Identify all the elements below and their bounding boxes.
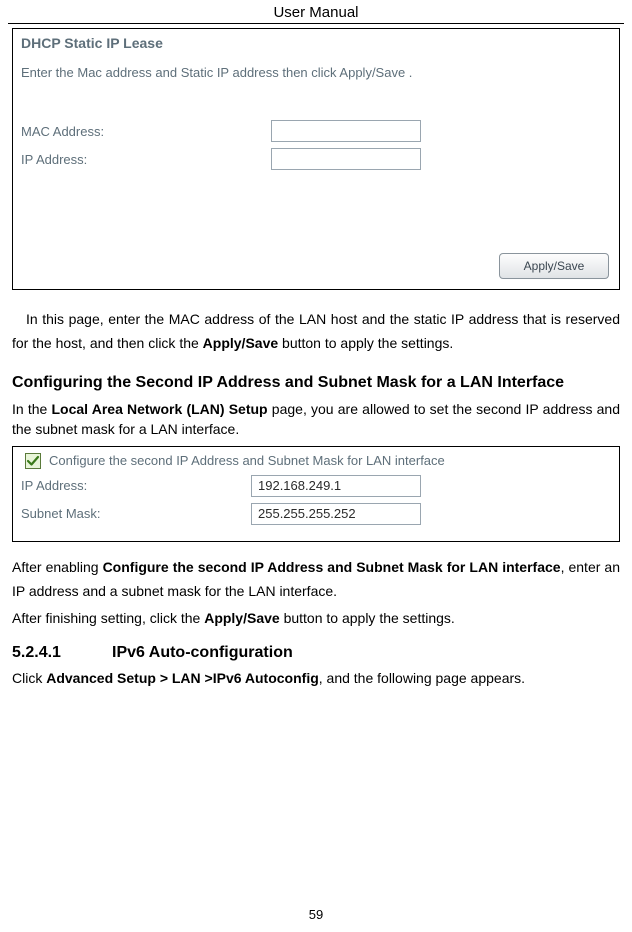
- ip-address-label: IP Address:: [21, 152, 271, 167]
- section-title: IPv6 Auto-configuration: [112, 644, 293, 661]
- page-number: 59: [0, 907, 632, 922]
- mac-address-row: MAC Address:: [21, 120, 611, 142]
- text-bold: Configure the second IP Address and Subn…: [103, 559, 561, 575]
- configure-checkbox-row: Configure the second IP Address and Subn…: [21, 453, 611, 469]
- apply-save-button[interactable]: Apply/Save: [499, 253, 609, 279]
- text-bold: Local Area Network (LAN) Setup: [52, 401, 268, 417]
- text-fragment: , and the following page appears.: [319, 670, 525, 686]
- text-fragment: After enabling: [12, 559, 103, 575]
- text-fragment: Click: [12, 670, 46, 686]
- paragraph-mac-instructions: In this page, enter the MAC address of t…: [12, 308, 620, 356]
- ip-address-row: IP Address:: [21, 148, 611, 170]
- header-divider: [8, 23, 624, 24]
- panel-instruction: Enter the Mac address and Static IP addr…: [21, 65, 611, 80]
- second-ip-panel: Configure the second IP Address and Subn…: [12, 446, 620, 542]
- subnet-mask-input[interactable]: [251, 503, 421, 525]
- paragraph-after-finishing: After finishing setting, click the Apply…: [12, 607, 620, 629]
- text-bold: Advanced Setup > LAN >IPv6 Autoconfig: [46, 670, 319, 686]
- text-fragment: button to apply the settings.: [280, 610, 455, 626]
- paragraph-click-advanced: Click Advanced Setup > LAN >IPv6 Autocon…: [12, 670, 620, 686]
- text-fragment: After finishing setting, click the: [12, 610, 204, 626]
- page-header-title: User Manual: [0, 0, 632, 23]
- section-heading-second-ip: Configuring the Second IP Address and Su…: [12, 372, 620, 394]
- checkbox-label: Configure the second IP Address and Subn…: [49, 453, 445, 468]
- subnet-mask-label: Subnet Mask:: [21, 506, 251, 521]
- panel-title: DHCP Static IP Lease: [21, 35, 611, 51]
- second-ip-input[interactable]: [251, 475, 421, 497]
- mac-address-label: MAC Address:: [21, 124, 271, 139]
- text-fragment: button to apply the settings.: [278, 335, 453, 351]
- second-ip-label: IP Address:: [21, 478, 251, 493]
- mac-address-input[interactable]: [271, 120, 421, 142]
- paragraph-lan-setup: In the Local Area Network (LAN) Setup pa…: [12, 399, 620, 440]
- section-number: 5.2.4.1: [12, 644, 112, 662]
- second-ip-row: IP Address:: [21, 475, 611, 497]
- text-bold: Apply/Save: [204, 610, 279, 626]
- text-fragment: In the: [12, 401, 52, 417]
- paragraph-after-enabling: After enabling Configure the second IP A…: [12, 556, 620, 604]
- checkbox-checked-icon[interactable]: [25, 453, 41, 469]
- subnet-mask-row: Subnet Mask:: [21, 503, 611, 525]
- section-heading-ipv6: 5.2.4.1IPv6 Auto-configuration: [12, 644, 620, 662]
- dhcp-static-ip-panel: DHCP Static IP Lease Enter the Mac addre…: [12, 28, 620, 290]
- text-bold: Apply/Save: [203, 335, 278, 351]
- ip-address-input[interactable]: [271, 148, 421, 170]
